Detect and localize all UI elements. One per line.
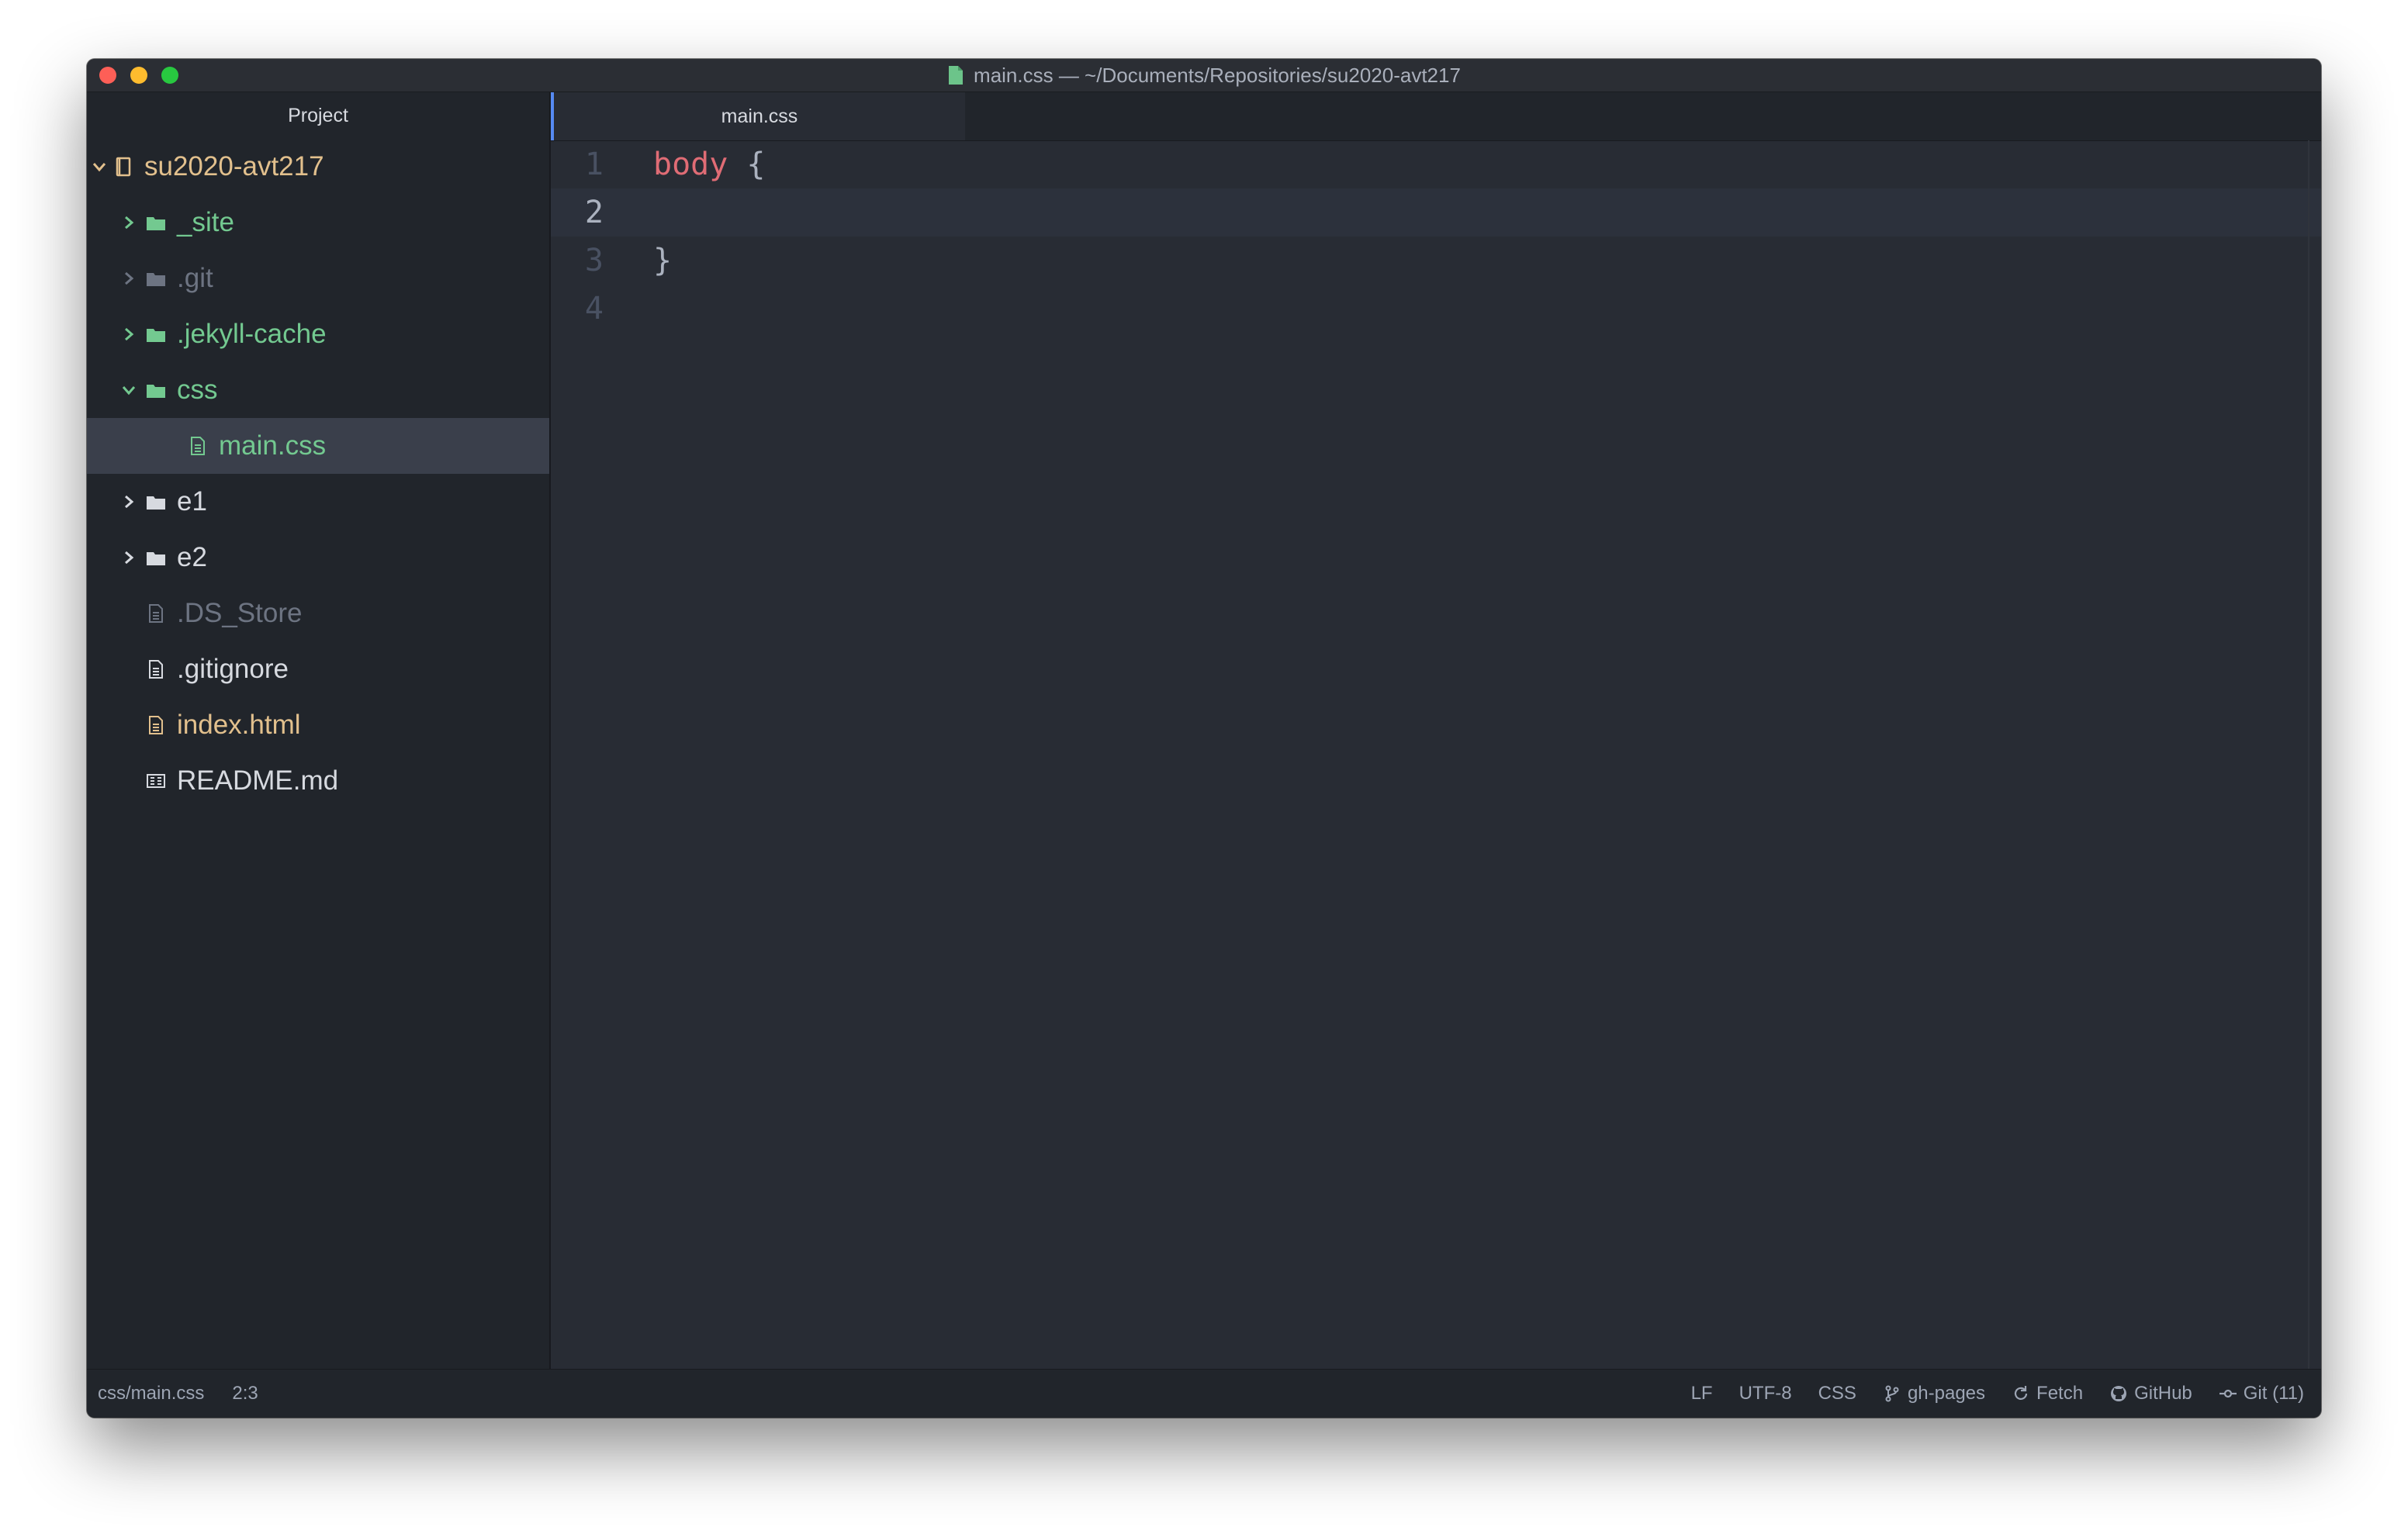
- status-file-path[interactable]: css/main.css: [98, 1383, 204, 1404]
- code-line[interactable]: 4: [551, 285, 2321, 333]
- chevron-right-icon[interactable]: [119, 211, 138, 234]
- tree-item-readme-md[interactable]: README.md: [87, 753, 549, 809]
- code-line[interactable]: 3}: [551, 237, 2321, 285]
- project-sidebar: Project su2020-avt217 _site .git .jekyll-c…: [87, 92, 551, 1370]
- chevron-down-icon[interactable]: [119, 378, 138, 402]
- tree-item-e2[interactable]: e2: [87, 530, 549, 586]
- tree-item-ds-store[interactable]: .DS_Store: [87, 586, 549, 641]
- editor-pane[interactable]: main.css 1 body {2 3} 4: [551, 92, 2321, 1370]
- folder-icon: [144, 267, 168, 290]
- chevron-down-icon[interactable]: [90, 155, 109, 178]
- folder-icon: [144, 211, 168, 234]
- title-bar[interactable]: main.css — ~/Documents/Repositories/su20…: [87, 59, 2321, 92]
- tree-root-su2020-avt217[interactable]: su2020-avt217: [87, 139, 549, 195]
- tree-item-css[interactable]: css: [87, 362, 549, 418]
- line-number[interactable]: 3: [551, 243, 604, 278]
- css-file-icon: [949, 66, 964, 85]
- git-branch-icon: [1885, 1385, 1899, 1402]
- line-content: body {: [653, 147, 766, 182]
- tree-item-label: .git: [177, 263, 213, 293]
- chevron-right-icon[interactable]: [119, 546, 138, 569]
- chevron-right-icon[interactable]: [119, 267, 138, 290]
- line-number[interactable]: 2: [551, 195, 604, 230]
- editor-window: main.css — ~/Documents/Repositories/su20…: [87, 59, 2321, 1418]
- status-encoding[interactable]: UTF-8: [1739, 1383, 1792, 1404]
- tree-item-label: .DS_Store: [177, 598, 303, 628]
- status-bar: css/main.css 2:3 LF UTF-8 CSS gh-pages F…: [87, 1369, 2321, 1418]
- tree-item-gitignore[interactable]: .gitignore: [87, 641, 549, 697]
- tree-item-label: index.html: [177, 710, 301, 740]
- tab-label: main.css: [721, 105, 798, 127]
- code-line[interactable]: 2: [551, 188, 2321, 237]
- tree-item-label: README.md: [177, 765, 339, 796]
- tree-item-label: e2: [177, 542, 207, 572]
- tree-item-label: _site: [177, 207, 234, 237]
- tree-item-e1[interactable]: e1: [87, 474, 549, 530]
- tree-item-label: css: [177, 375, 218, 405]
- status-git[interactable]: Git (11): [2219, 1383, 2304, 1404]
- line-content: }: [653, 243, 672, 278]
- tree-item-jekyll-cache[interactable]: .jekyll-cache: [87, 306, 549, 362]
- tree-item-label: .gitignore: [177, 654, 289, 684]
- repo-icon: [112, 155, 135, 178]
- folder-icon: [144, 490, 168, 513]
- tab-bar: main.css: [551, 92, 2321, 141]
- status-branch-label: gh-pages: [1907, 1383, 1986, 1404]
- line-number[interactable]: 4: [551, 291, 604, 326]
- status-fetch-label: Fetch: [2036, 1383, 2084, 1404]
- status-github[interactable]: GitHub: [2109, 1383, 2192, 1404]
- file-tree: su2020-avt217 _site .git .jekyll-cache css m…: [87, 139, 549, 809]
- tree-root-label: su2020-avt217: [144, 151, 324, 181]
- git-commit-icon: [2219, 1389, 2237, 1398]
- code-area[interactable]: 1 body {2 3} 4: [551, 140, 2321, 1370]
- github-icon: [2111, 1386, 2127, 1401]
- code-line[interactable]: 1 body {: [551, 140, 2321, 188]
- chevron-right-icon[interactable]: [119, 490, 138, 513]
- folder-icon: [144, 323, 168, 346]
- status-grammar[interactable]: CSS: [1818, 1383, 1856, 1404]
- tree-item-main-css[interactable]: main.css: [87, 418, 549, 474]
- markdown-file-icon: [144, 769, 168, 793]
- file-icon: [186, 434, 209, 458]
- file-icon: [144, 602, 168, 625]
- status-github-label: GitHub: [2134, 1383, 2192, 1404]
- wrap-guide: [2308, 140, 2309, 1370]
- status-git-label: Git (11): [2243, 1383, 2304, 1404]
- tree-item-site[interactable]: _site: [87, 195, 549, 250]
- code-text-token: }: [653, 243, 673, 278]
- tree-item-label: main.css: [219, 430, 327, 461]
- chevron-right-icon[interactable]: [119, 323, 138, 346]
- project-panel-title[interactable]: Project: [87, 92, 549, 139]
- window-title: main.css — ~/Documents/Repositories/su20…: [974, 63, 1461, 87]
- tree-item-label: .jekyll-cache: [177, 319, 327, 349]
- status-line-ending[interactable]: LF: [1691, 1383, 1713, 1404]
- file-icon: [144, 713, 168, 737]
- status-branch[interactable]: gh-pages: [1883, 1383, 1985, 1404]
- folder-icon: [144, 546, 168, 569]
- sync-icon: [2014, 1386, 2028, 1400]
- tree-item-git[interactable]: .git: [87, 250, 549, 306]
- tree-item-label: e1: [177, 486, 207, 517]
- file-icon: [144, 658, 168, 681]
- folder-icon: [144, 378, 168, 402]
- line-number[interactable]: 1: [551, 147, 604, 182]
- tab-main-css[interactable]: main.css: [551, 92, 965, 140]
- status-cursor-position[interactable]: 2:3: [232, 1383, 258, 1404]
- tree-item-index-html[interactable]: index.html: [87, 697, 549, 753]
- code-text-token: {: [728, 147, 766, 182]
- status-fetch[interactable]: Fetch: [2012, 1383, 2083, 1404]
- css-selector-token: body: [653, 147, 728, 182]
